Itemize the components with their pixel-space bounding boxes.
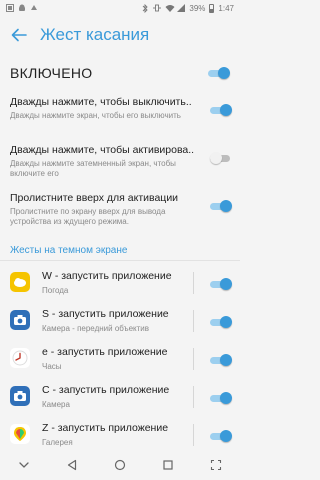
gesture-s-toggle[interactable] <box>210 316 232 328</box>
swipe-up-toggle[interactable] <box>210 200 232 212</box>
chevron-down-icon <box>19 462 29 468</box>
double-tap-off-toggle[interactable] <box>210 104 232 116</box>
setting-description: Дважды нажмите затемненный экран, чтобы … <box>10 159 176 178</box>
setting-title: Дважды нажмите, чтобы активирова.. <box>10 144 195 156</box>
clock-app-icon <box>10 348 30 368</box>
gesture-title: Z - запустить приложение <box>42 422 169 434</box>
separator <box>193 386 194 408</box>
gesture-title: C - запустить приложение <box>42 384 170 396</box>
gesture-row-e[interactable]: e - запустить приложение Часы <box>10 344 232 380</box>
gesture-app: Галерея <box>42 438 73 447</box>
back-nav-button[interactable] <box>61 454 83 476</box>
page-title: Жест касания <box>40 25 150 44</box>
setting-description: Пролистните по экрану вверх для вывода у… <box>10 207 166 226</box>
home-nav-button[interactable] <box>109 454 131 476</box>
gesture-w-toggle[interactable] <box>210 278 232 290</box>
gesture-text: Z - запустить приложение Галерея <box>42 422 168 448</box>
setting-description: Дважды нажмите экран, чтобы его выключит… <box>10 111 181 120</box>
gesture-z-toggle[interactable] <box>210 430 232 442</box>
front-camera-app-icon <box>10 310 30 330</box>
setting-title: Пролистните вверх для активации <box>10 192 179 204</box>
gesture-app: Камера <box>42 400 70 409</box>
recents-nav-button[interactable] <box>157 454 179 476</box>
status-left <box>6 4 38 12</box>
navigation-bar <box>0 450 240 480</box>
arrow-left-icon <box>11 28 27 42</box>
gesture-text: C - запустить приложение Камера <box>42 384 169 410</box>
gesture-app: Часы <box>42 362 62 371</box>
gesture-app: Камера - передний объектив <box>42 324 150 333</box>
gesture-title: S - запустить приложение <box>42 308 169 320</box>
status-right: 39% 1:47 <box>141 3 234 14</box>
double-tap-on-toggle[interactable] <box>210 152 232 164</box>
sync-icon <box>30 4 38 12</box>
gallery-app-icon <box>10 424 30 444</box>
gesture-app: Погода <box>42 286 69 295</box>
app-bar: Жест касания <box>0 22 240 48</box>
setting-title: Дважды нажмите, чтобы выключить.. <box>10 96 192 108</box>
battery-icon <box>209 3 215 13</box>
section-header: Жесты на темном экране <box>10 245 128 256</box>
gesture-title: e - запустить приложение <box>42 346 168 358</box>
section-divider <box>0 260 240 261</box>
gesture-text: W - запустить приложение Погода <box>42 270 172 296</box>
home-circle-icon <box>114 459 126 471</box>
gesture-c-toggle[interactable] <box>210 392 232 404</box>
gesture-row-c[interactable]: C - запустить приложение Камера <box>10 382 232 418</box>
master-switch-row[interactable]: ВКЛЮЧЕНО <box>10 62 230 84</box>
back-triangle-icon <box>67 459 77 471</box>
separator <box>193 348 194 370</box>
separator <box>193 272 194 294</box>
gesture-e-toggle[interactable] <box>210 354 232 366</box>
master-switch-label: ВКЛЮЧЕНО <box>10 65 93 81</box>
gesture-title: W - запустить приложение <box>42 270 172 282</box>
vibrate-icon <box>153 4 161 12</box>
hide-navbar-button[interactable] <box>13 454 35 476</box>
bluetooth-icon <box>141 3 149 14</box>
setting-swipe-up[interactable]: Пролистните вверх для активации Пролистн… <box>10 192 232 227</box>
screenshot-nav-button[interactable] <box>205 454 227 476</box>
wifi-icon <box>165 4 175 12</box>
battery-percent: 39% <box>189 3 206 13</box>
clock: 1:47 <box>218 3 234 13</box>
gesture-text: S - запустить приложение Камера - передн… <box>42 308 169 334</box>
recents-square-icon <box>163 460 173 470</box>
android-icon <box>18 4 26 12</box>
separator <box>193 310 194 332</box>
gesture-text: e - запустить приложение Часы <box>42 346 168 372</box>
setting-double-tap-on[interactable]: Дважды нажмите, чтобы активирова.. Дважд… <box>10 144 232 179</box>
notification-icon <box>6 4 14 12</box>
separator <box>193 424 194 446</box>
signal-icon <box>177 4 186 12</box>
gesture-row-w[interactable]: W - запустить приложение Погода <box>10 268 232 304</box>
master-toggle[interactable] <box>208 67 230 79</box>
setting-double-tap-off[interactable]: Дважды нажмите, чтобы выключить.. Дважды… <box>10 96 232 121</box>
camera-app-icon <box>10 386 30 406</box>
status-bar: 39% 1:47 <box>0 0 240 16</box>
gesture-row-s[interactable]: S - запустить приложение Камера - передн… <box>10 306 232 342</box>
back-button[interactable] <box>10 26 28 44</box>
screenshot-icon <box>210 459 222 471</box>
weather-app-icon <box>10 272 30 292</box>
